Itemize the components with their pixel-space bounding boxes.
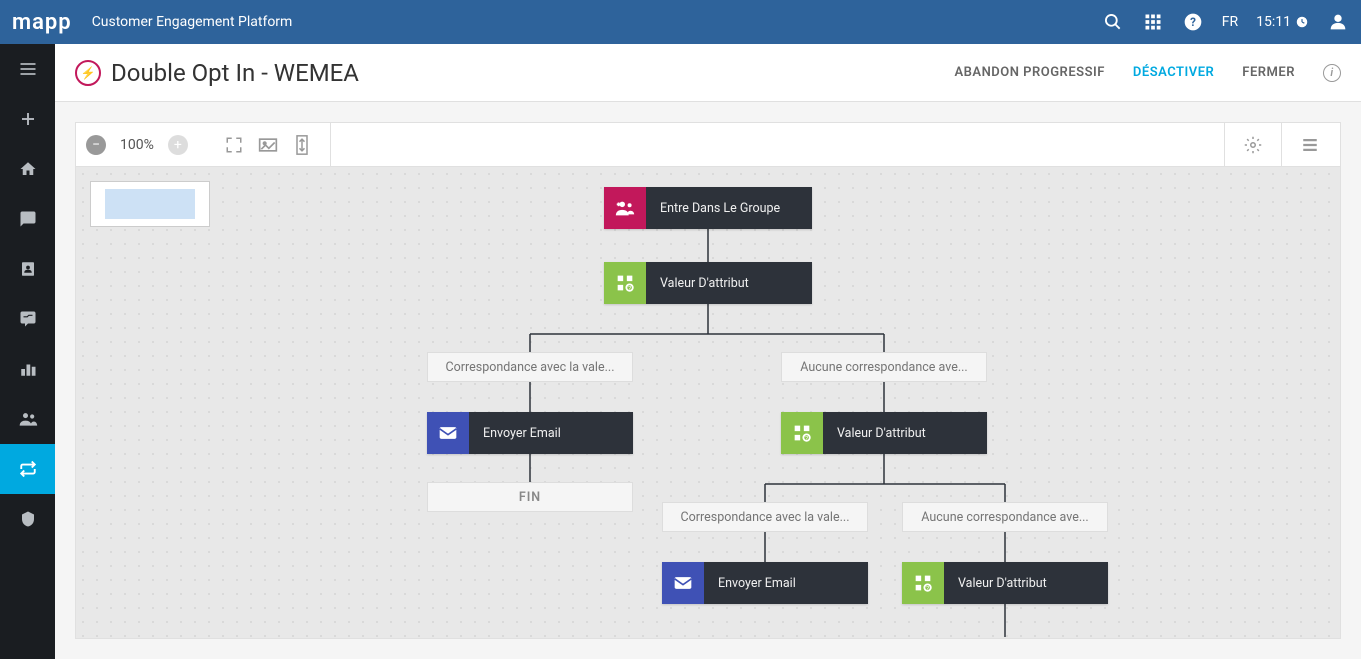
zoom-level: 100%	[120, 137, 154, 153]
apps-icon[interactable]	[1142, 11, 1164, 33]
top-bar: mapp Customer Engagement Platform ? FR 1…	[0, 0, 1361, 44]
list-view-icon[interactable]	[1290, 135, 1330, 155]
fit-height-icon[interactable]	[292, 135, 312, 155]
minimap[interactable]	[90, 181, 210, 227]
automation-icon[interactable]	[0, 444, 55, 494]
branch-nomatch-label-2[interactable]: Aucune correspondance ave...	[902, 502, 1108, 532]
node-attribute-value-1[interactable]: ? Valeur D'attribut	[604, 262, 812, 304]
node-label: Valeur D'attribut	[823, 412, 987, 454]
node-enter-group[interactable]: Entre Dans Le Groupe	[604, 187, 812, 229]
info-icon[interactable]: i	[1323, 64, 1341, 82]
node-send-email-2[interactable]: Envoyer Email	[662, 562, 868, 604]
product-name: Customer Engagement Platform	[92, 14, 1102, 30]
sidebar	[0, 44, 55, 659]
group-icon	[604, 187, 646, 229]
node-label: Envoyer Email	[704, 562, 868, 604]
clock-time: 15:11	[1256, 14, 1291, 30]
node-label: Envoyer Email	[469, 412, 633, 454]
page-title: Double Opt In - WEMEA	[111, 59, 954, 87]
menu-icon[interactable]	[0, 44, 55, 94]
deactivate-button[interactable]: DÉSACTIVER	[1133, 65, 1214, 80]
node-label: Valeur D'attribut	[944, 562, 1108, 604]
node-end[interactable]: FIN	[427, 482, 633, 512]
page-header: ⚡ Double Opt In - WEMEA ABANDON PROGRESS…	[55, 44, 1361, 102]
svg-text:?: ?	[805, 434, 808, 442]
analytics-icon[interactable]	[0, 344, 55, 394]
node-send-email-1[interactable]: Envoyer Email	[427, 412, 633, 454]
language-selector[interactable]: FR	[1222, 14, 1238, 30]
email-icon	[427, 412, 469, 454]
zoom-in-button[interactable]: +	[168, 135, 188, 155]
clock-icon	[1295, 15, 1309, 29]
home-icon[interactable]	[0, 144, 55, 194]
abandon-button[interactable]: ABANDON PROGRESSIF	[954, 65, 1104, 80]
help-icon[interactable]: ?	[1182, 11, 1204, 33]
whiteboard-icon: ⚡	[75, 60, 101, 86]
node-label: Valeur D'attribut	[646, 262, 812, 304]
branch-match-label[interactable]: Correspondance avec la vale...	[427, 352, 633, 382]
canvas-toolbar: − 100% +	[76, 123, 1340, 167]
settings-icon[interactable]	[1233, 135, 1273, 155]
topbar-actions: ? FR 15:11	[1102, 11, 1349, 33]
feedback-icon[interactable]	[0, 294, 55, 344]
svg-text:?: ?	[926, 584, 929, 592]
contacts-icon[interactable]	[0, 244, 55, 294]
branch-nomatch-label[interactable]: Aucune correspondance ave...	[781, 352, 987, 382]
audience-icon[interactable]	[0, 394, 55, 444]
flow-canvas[interactable]: Entre Dans Le Groupe ? Valeur D'attribut…	[76, 167, 1340, 638]
attribute-icon: ?	[781, 412, 823, 454]
node-attribute-value-3[interactable]: ? Valeur D'attribut	[902, 562, 1108, 604]
email-icon	[662, 562, 704, 604]
close-button[interactable]: FERMER	[1242, 65, 1295, 80]
attribute-icon: ?	[902, 562, 944, 604]
security-icon[interactable]	[0, 494, 55, 544]
svg-text:?: ?	[628, 284, 631, 292]
branch-match-label-2[interactable]: Correspondance avec la vale...	[662, 502, 868, 532]
svg-text:?: ?	[1190, 15, 1196, 29]
attribute-icon: ?	[604, 262, 646, 304]
search-icon[interactable]	[1102, 11, 1124, 33]
zoom-out-button[interactable]: −	[86, 135, 106, 155]
fit-screen-icon[interactable]	[224, 135, 244, 155]
user-icon[interactable]	[1327, 11, 1349, 33]
brand-logo: mapp	[12, 10, 72, 35]
add-icon[interactable]	[0, 94, 55, 144]
fit-width-icon[interactable]	[258, 135, 278, 155]
node-label: Entre Dans Le Groupe	[646, 187, 812, 229]
node-attribute-value-2[interactable]: ? Valeur D'attribut	[781, 412, 987, 454]
messages-icon[interactable]	[0, 194, 55, 244]
